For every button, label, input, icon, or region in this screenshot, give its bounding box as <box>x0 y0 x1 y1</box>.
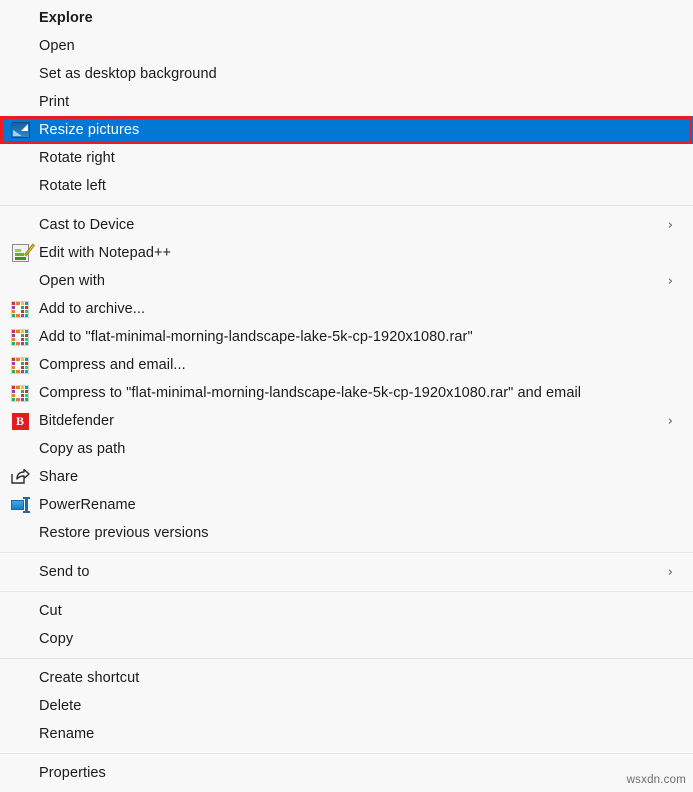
menu-item-icon-placeholder <box>8 148 32 168</box>
menu-item-icon-placeholder <box>8 92 32 112</box>
menu-item-label: Share <box>39 469 79 485</box>
menu-item-icon-placeholder <box>8 8 32 28</box>
menu-item-label: Add to archive... <box>39 301 146 317</box>
menu-item-icon-placeholder <box>8 215 32 235</box>
menu-item-open-with[interactable]: Open with › <box>0 267 693 295</box>
context-menu: Explore Open Set as desktop background Prin… <box>0 0 693 792</box>
menu-item-label: Rotate right <box>39 150 115 166</box>
menu-item-cast-to-device[interactable]: Cast to Device › <box>0 211 693 239</box>
resize-pictures-icon <box>8 120 32 140</box>
menu-item-label: Compress and email... <box>39 357 186 373</box>
menu-item-label: Print <box>39 94 70 110</box>
menu-item-icon-placeholder <box>8 562 32 582</box>
menu-item-powerrename[interactable]: PowerRename <box>0 491 693 519</box>
menu-item-label: Open with <box>39 273 106 289</box>
menu-item-label: Properties <box>39 765 106 781</box>
menu-item-label: Open <box>39 38 75 54</box>
menu-item-icon-placeholder <box>8 271 32 291</box>
chevron-right-icon: › <box>667 217 673 233</box>
menu-item-icon-placeholder <box>8 64 32 84</box>
menu-item-rotate-left[interactable]: Rotate left <box>0 172 693 200</box>
menu-item-edit-with-notepad[interactable]: Edit with Notepad++ <box>0 239 693 267</box>
menu-item-share[interactable]: Share <box>0 463 693 491</box>
menu-item-label: Create shortcut <box>39 670 140 686</box>
menu-item-label: Restore previous versions <box>39 525 209 541</box>
menu-item-copy[interactable]: Copy <box>0 625 693 653</box>
menu-item-restore-previous-versions[interactable]: Restore previous versions <box>0 519 693 547</box>
menu-item-label: Cast to Device <box>39 217 135 233</box>
menu-item-delete[interactable]: Delete <box>0 692 693 720</box>
menu-item-label: Resize pictures <box>39 122 140 138</box>
menu-item-bitdefender[interactable]: B Bitdefender › <box>0 407 693 435</box>
menu-item-label: Rotate left <box>39 178 106 194</box>
menu-item-icon-placeholder <box>8 36 32 56</box>
menu-item-icon-placeholder <box>8 724 32 744</box>
winrar-icon <box>8 299 32 319</box>
menu-item-create-shortcut[interactable]: Create shortcut <box>0 664 693 692</box>
menu-item-label: Compress to "flat-minimal-morning-landsc… <box>39 385 582 401</box>
menu-item-icon-placeholder <box>8 523 32 543</box>
menu-item-properties[interactable]: Properties <box>0 759 693 787</box>
menu-item-print[interactable]: Print <box>0 88 693 116</box>
menu-item-label: Copy as path <box>39 441 126 457</box>
menu-item-label: Explore <box>39 10 93 26</box>
menu-item-rotate-right[interactable]: Rotate right <box>0 144 693 172</box>
menu-item-compress-and-email[interactable]: Compress and email... <box>0 351 693 379</box>
menu-item-label: Set as desktop background <box>39 66 217 82</box>
menu-item-label: Edit with Notepad++ <box>39 245 172 261</box>
winrar-icon <box>8 327 32 347</box>
chevron-right-icon: › <box>667 273 673 289</box>
menu-item-icon-placeholder <box>8 668 32 688</box>
menu-separator <box>0 205 693 206</box>
winrar-icon <box>8 355 32 375</box>
menu-item-icon-placeholder <box>8 601 32 621</box>
menu-separator <box>0 753 693 754</box>
menu-item-cut[interactable]: Cut <box>0 597 693 625</box>
menu-item-label: Delete <box>39 698 82 714</box>
menu-item-rename[interactable]: Rename <box>0 720 693 748</box>
menu-separator <box>0 552 693 553</box>
menu-item-label: Copy <box>39 631 74 647</box>
menu-item-send-to[interactable]: Send to › <box>0 558 693 586</box>
menu-item-label: Add to "flat-minimal-morning-landscape-l… <box>39 329 473 345</box>
watermark: wsxdn.com <box>626 774 686 786</box>
winrar-icon <box>8 383 32 403</box>
menu-item-open[interactable]: Open <box>0 32 693 60</box>
menu-item-icon-placeholder <box>8 696 32 716</box>
menu-item-label: Cut <box>39 603 62 619</box>
menu-item-icon-placeholder <box>8 629 32 649</box>
bitdefender-icon: B <box>8 411 32 431</box>
menu-separator <box>0 591 693 592</box>
menu-item-resize-pictures[interactable]: Resize pictures <box>0 116 693 144</box>
menu-item-add-to-flat-minimal-morning-landscape-lake-5k-cp[interactable]: Add to "flat-minimal-morning-landscape-l… <box>0 323 693 351</box>
menu-separator <box>0 658 693 659</box>
menu-item-explore[interactable]: Explore <box>0 4 693 32</box>
menu-item-copy-as-path[interactable]: Copy as path <box>0 435 693 463</box>
menu-item-icon-placeholder <box>8 439 32 459</box>
menu-item-compress-to-flat-minimal-morning-landscape-lake-[interactable]: Compress to "flat-minimal-morning-landsc… <box>0 379 693 407</box>
menu-item-label: Bitdefender <box>39 413 115 429</box>
menu-item-set-as-desktop-background[interactable]: Set as desktop background <box>0 60 693 88</box>
menu-item-label: Send to <box>39 564 90 580</box>
menu-item-label: PowerRename <box>39 497 136 513</box>
menu-item-add-to-archive[interactable]: Add to archive... <box>0 295 693 323</box>
chevron-right-icon: › <box>667 564 673 580</box>
menu-item-icon-placeholder <box>8 176 32 196</box>
menu-item-label: Rename <box>39 726 95 742</box>
notepad-plus-plus-icon <box>8 243 35 263</box>
share-icon <box>8 467 32 487</box>
powerrename-icon <box>8 495 32 515</box>
chevron-right-icon: › <box>667 413 673 429</box>
menu-item-icon-placeholder <box>8 763 32 783</box>
